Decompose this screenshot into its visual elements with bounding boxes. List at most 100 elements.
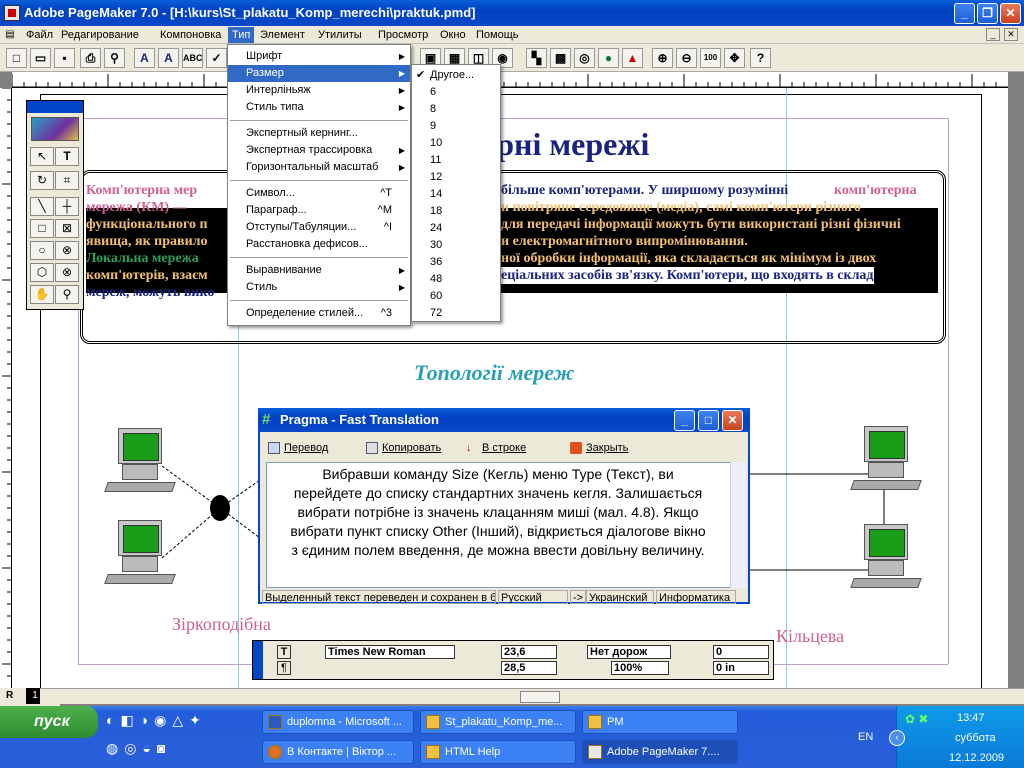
control-palette[interactable]: T ¶ Times New Roman 23,6 28,5 Нет дорож … bbox=[252, 640, 774, 680]
type-menu-item[interactable]: Стиль типа ▶ bbox=[228, 99, 410, 116]
horizontal-ruler[interactable] bbox=[12, 72, 1008, 88]
task-duplomna[interactable]: duplomna - Microsoft ... bbox=[262, 710, 414, 734]
pragma-close-button[interactable]: ✕ bbox=[722, 410, 743, 431]
size-option[interactable]: 10 bbox=[412, 135, 500, 152]
menu-edit[interactable]: Редагирование bbox=[57, 27, 143, 43]
size-option[interactable]: 24 bbox=[412, 220, 500, 237]
pdf-icon[interactable]: ▲ bbox=[622, 48, 643, 68]
type-menu-item[interactable]: Символ... ^T bbox=[228, 185, 410, 202]
size-option[interactable]: 18 bbox=[412, 203, 500, 220]
web-icon[interactable]: ● bbox=[598, 48, 619, 68]
rectangle-frame-tool[interactable]: ⊠ bbox=[55, 219, 79, 238]
scroll-thumb[interactable] bbox=[520, 691, 560, 703]
font-select[interactable]: Times New Roman bbox=[325, 645, 455, 659]
close-button[interactable]: ✕ bbox=[1000, 3, 1021, 24]
menu-layout[interactable]: Компоновка bbox=[156, 27, 225, 43]
help-icon[interactable]: ? bbox=[750, 48, 771, 68]
size-option[interactable]: ✔ Другое... bbox=[412, 67, 500, 84]
size-option[interactable]: 12 bbox=[412, 169, 500, 186]
menu-window[interactable]: Окно bbox=[436, 27, 470, 43]
task-folder[interactable]: St_plakatu_Komp_me... bbox=[420, 710, 576, 734]
crop-tool[interactable]: ⌗ bbox=[55, 171, 79, 190]
type-menu-item[interactable]: Определение стилей... ^3 bbox=[228, 305, 410, 322]
polygon-tool[interactable]: ⬡ bbox=[30, 263, 54, 282]
rotate-tool[interactable]: ↻ bbox=[30, 171, 54, 190]
type-menu-item[interactable]: Стиль ▶ bbox=[228, 279, 410, 296]
translation-scrollbar[interactable] bbox=[730, 462, 746, 588]
tracking-select[interactable]: Нет дорож bbox=[587, 645, 671, 659]
size-field[interactable]: 23,6 bbox=[501, 645, 557, 659]
mdi-close-button[interactable]: ✕ bbox=[1004, 28, 1018, 41]
quick-launch-row2[interactable]: ◍◎◒◙ bbox=[106, 740, 214, 760]
image-icon[interactable]: ▚ bbox=[526, 48, 547, 68]
new-icon[interactable]: □ bbox=[6, 48, 27, 68]
pragma-titlebar[interactable]: # Pragma - Fast Translation _ □ ✕ bbox=[258, 408, 750, 432]
source-language[interactable]: Русский bbox=[498, 590, 568, 604]
size-option[interactable]: 11 bbox=[412, 152, 500, 169]
size-option[interactable]: 60 bbox=[412, 288, 500, 305]
toolbox-palette[interactable]: ↖ T ↻ ⌗ ╲ ┼ □ ⊠ ○ ⊗ ⬡ ⊗ ✋ ⚲ bbox=[26, 100, 84, 310]
type-menu-item[interactable]: Экспертный кернинг... bbox=[228, 125, 410, 142]
eye-icon[interactable]: ◎ bbox=[574, 48, 595, 68]
vertical-ruler[interactable] bbox=[0, 88, 12, 688]
size-option[interactable]: 9 bbox=[412, 118, 500, 135]
restore-button[interactable]: ❐ bbox=[977, 3, 998, 24]
task-vkontakte[interactable]: В Контакте | Віктор ... bbox=[262, 740, 414, 764]
font-icon[interactable]: A bbox=[134, 48, 155, 68]
language-indicator[interactable]: EN bbox=[858, 731, 873, 743]
palette-handle[interactable] bbox=[253, 641, 263, 679]
size-option[interactable]: 8 bbox=[412, 101, 500, 118]
type-menu-item[interactable]: Расстановка дефисов... bbox=[228, 236, 410, 253]
ellipse-frame-tool[interactable]: ⊗ bbox=[55, 241, 79, 260]
size-option[interactable]: 30 bbox=[412, 237, 500, 254]
pragma-minimize-button[interactable]: _ bbox=[674, 410, 695, 431]
doc-icon[interactable]: ▤ bbox=[2, 27, 18, 43]
quick-launch[interactable]: ◐◧◑◉△✦ bbox=[106, 712, 254, 732]
pragma-window[interactable]: # Pragma - Fast Translation _ □ ✕ Перево… bbox=[258, 408, 750, 604]
toolbox-titlebar[interactable] bbox=[27, 101, 83, 113]
type-menu-item[interactable]: Выравнивание ▶ bbox=[228, 262, 410, 279]
type-menu-item[interactable]: Интерліньяж ▶ bbox=[228, 82, 410, 99]
master-page-icon[interactable]: R bbox=[6, 690, 13, 701]
pragma-maximize-button[interactable]: □ bbox=[698, 410, 719, 431]
type-menu-item[interactable]: Горизонтальный масштаб ▶ bbox=[228, 159, 410, 176]
zoom-in-icon[interactable]: ⊕ bbox=[652, 48, 673, 68]
character-mode-icon[interactable]: T bbox=[277, 645, 291, 659]
copy-button[interactable]: Копировать bbox=[364, 438, 441, 458]
type-menu-item[interactable]: Экспертная трассировка ▶ bbox=[228, 142, 410, 159]
color-swatch[interactable] bbox=[31, 117, 79, 141]
show-hidden-icons-button[interactable]: ‹ bbox=[889, 730, 905, 746]
menu-type[interactable]: Тип bbox=[228, 27, 255, 43]
size-option[interactable]: 36 bbox=[412, 254, 500, 271]
app-icon[interactable] bbox=[4, 5, 20, 21]
mdi-minimize-button[interactable]: _ bbox=[986, 28, 1000, 41]
translate-button[interactable]: Перевод bbox=[266, 438, 328, 458]
color-icon[interactable]: ▩ bbox=[550, 48, 571, 68]
start-button[interactable]: пуск bbox=[0, 706, 98, 738]
text-tool[interactable]: T bbox=[55, 147, 79, 166]
spell-icon[interactable]: ABC bbox=[182, 48, 203, 68]
task-pm[interactable]: PM bbox=[582, 710, 738, 734]
save-icon[interactable]: ▪ bbox=[54, 48, 75, 68]
type-menu-item[interactable]: Шрифт ▶ bbox=[228, 48, 410, 65]
task-pagemaker[interactable]: Adobe PageMaker 7.... bbox=[582, 740, 738, 764]
size-option[interactable]: 48 bbox=[412, 271, 500, 288]
menu-file[interactable]: Файл bbox=[22, 27, 57, 43]
menu-utilities[interactable]: Утилиты bbox=[314, 27, 366, 43]
rectangle-tool[interactable]: □ bbox=[30, 219, 54, 238]
menu-element[interactable]: Элемент bbox=[256, 27, 309, 43]
task-html-help[interactable]: HTML Help bbox=[420, 740, 576, 764]
size-option[interactable]: 6 bbox=[412, 84, 500, 101]
kerning-field[interactable]: 0 bbox=[713, 645, 769, 659]
pointer-tool[interactable]: ↖ bbox=[30, 147, 54, 166]
minimize-button[interactable]: _ bbox=[954, 3, 975, 24]
line-tool[interactable]: ╲ bbox=[30, 197, 54, 216]
ellipse-tool[interactable]: ○ bbox=[30, 241, 54, 260]
size-option[interactable]: 72 bbox=[412, 305, 500, 322]
baseline-shift-field[interactable]: 0 in bbox=[713, 661, 769, 675]
menu-help[interactable]: Помощь bbox=[472, 27, 523, 43]
zoom-out-icon[interactable]: ⊖ bbox=[676, 48, 697, 68]
hand-tool[interactable]: ✋ bbox=[30, 285, 54, 304]
type-menu-item[interactable]: Параграф... ^M bbox=[228, 202, 410, 219]
actual-size-icon[interactable]: 100 bbox=[700, 48, 721, 68]
